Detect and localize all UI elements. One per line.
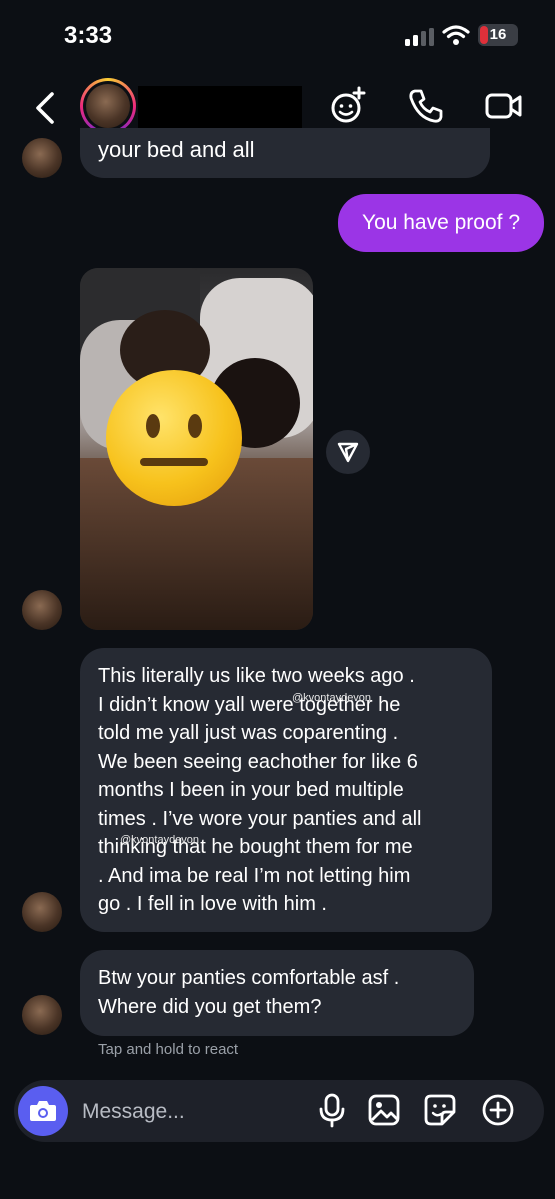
react-hint: Tap and hold to react	[98, 1041, 239, 1058]
incoming-message-bubble[interactable]: This literally us like two weeks ago . I…	[80, 648, 492, 932]
message-text: Btw your panties comfortable asf . Where…	[98, 964, 468, 1021]
sender-avatar[interactable]	[22, 995, 62, 1035]
message-line: told me yall just was coparenting .	[98, 722, 399, 744]
sticker-icon[interactable]	[422, 1092, 458, 1128]
message-text: This literally us like two weeks ago . I…	[98, 662, 482, 919]
message-line: . And ima be real I’m not letting him	[98, 864, 411, 887]
redacted-username	[138, 86, 302, 134]
status-time: 3:33	[64, 22, 113, 49]
battery-indicator: 16	[478, 24, 518, 46]
face-sparkle-icon[interactable]	[328, 86, 368, 126]
camera-button[interactable]	[18, 1086, 68, 1136]
back-chevron-icon[interactable]	[28, 88, 64, 128]
message-line: I didn’t know yall were together he	[98, 693, 401, 716]
photo-message[interactable]	[80, 268, 313, 630]
sender-avatar[interactable]	[22, 590, 62, 630]
video-camera-icon[interactable]	[484, 86, 524, 126]
gallery-icon[interactable]	[366, 1092, 402, 1128]
watermark-text: @kvontaydevon	[120, 834, 200, 846]
add-plus-icon[interactable]	[480, 1092, 516, 1128]
message-line: We been seeing eachother for like 6	[98, 750, 418, 773]
microphone-icon[interactable]	[314, 1092, 350, 1128]
watermark-text: @kvontaydevon	[292, 692, 372, 704]
contact-avatar[interactable]	[80, 78, 136, 134]
message-line: This literally us like two weeks ago .	[98, 665, 415, 687]
message-line: Btw your panties comfortable asf .	[98, 967, 400, 989]
message-line: go . I fell in love with him .	[98, 893, 327, 915]
emoji-right-eye	[188, 414, 202, 438]
sender-avatar[interactable]	[22, 138, 62, 178]
sender-avatar[interactable]	[22, 892, 62, 932]
message-text: your bed and all	[98, 137, 255, 162]
neutral-face-emoji-icon	[106, 370, 242, 506]
share-photo-button[interactable]	[326, 430, 370, 474]
incoming-message-bubble[interactable]: Btw your panties comfortable asf . Where…	[80, 950, 474, 1036]
phone-icon[interactable]	[406, 86, 446, 126]
message-line: Where did you get them?	[98, 995, 322, 1018]
incoming-message-bubble[interactable]: your bed and all	[80, 128, 490, 178]
camera-icon	[30, 1101, 56, 1121]
message-line: months I been in your bed multiple	[98, 779, 404, 801]
outgoing-message-bubble[interactable]: You have proof ?	[338, 194, 544, 252]
message-input[interactable]	[80, 1096, 304, 1128]
avatar-photo	[86, 84, 130, 128]
cellular-signal-icon	[405, 28, 434, 46]
wifi-icon	[442, 25, 470, 45]
battery-percent: 16	[489, 26, 507, 43]
emoji-left-eye	[146, 414, 160, 438]
emoji-mouth	[140, 458, 208, 466]
send-arrow-icon	[337, 442, 359, 463]
